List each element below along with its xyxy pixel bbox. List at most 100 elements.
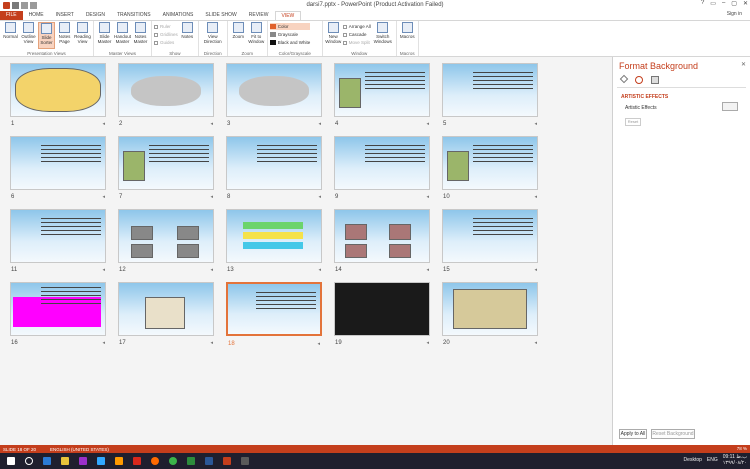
transition-icon[interactable]: ◂ <box>317 341 320 347</box>
tab-slide-show[interactable]: SLIDE SHOW <box>199 11 242 20</box>
effects-pentagon-icon[interactable] <box>635 76 643 84</box>
slide-thumbnail[interactable]: 11 ◂ <box>10 209 106 273</box>
slide-thumbnail[interactable]: 18 ◂ <box>226 282 322 347</box>
taskbar-app[interactable] <box>184 455 198 467</box>
taskbar-app[interactable] <box>94 455 108 467</box>
new-window-button[interactable]: New Window <box>325 22 342 49</box>
language-indicator[interactable]: ENGLISH (UNITED STATES) <box>50 447 109 452</box>
transition-icon[interactable]: ◂ <box>318 194 321 200</box>
view-direction-button[interactable]: View Direction <box>201 22 225 49</box>
slide-thumbnail[interactable]: 19 ◂ <box>334 282 430 346</box>
transition-icon[interactable]: ◂ <box>426 267 429 273</box>
slide-thumbnail[interactable]: 10 ◂ <box>442 136 538 200</box>
slide-thumbnail[interactable]: 2 ◂ <box>118 63 214 127</box>
reset-background-button[interactable]: Reset Background <box>651 429 695 439</box>
transition-icon[interactable]: ◂ <box>102 267 105 273</box>
transition-icon[interactable]: ◂ <box>102 340 105 346</box>
transition-icon[interactable]: ◂ <box>426 121 429 127</box>
transition-icon[interactable]: ◂ <box>534 267 537 273</box>
keyboard-language[interactable]: ENG <box>707 457 718 463</box>
reset-button[interactable]: Reset <box>625 118 641 126</box>
ribbon-options-icon[interactable]: ▭ <box>710 0 716 7</box>
start-button[interactable] <box>4 455 18 467</box>
picture-icon[interactable] <box>651 76 659 84</box>
cascade-button[interactable]: Cascade <box>342 31 371 38</box>
slide-thumbnail[interactable]: 7 ◂ <box>118 136 214 200</box>
tab-review[interactable]: REVIEW <box>243 11 275 20</box>
slide-thumbnail[interactable]: 5 ◂ <box>442 63 538 127</box>
artistic-effects-dropdown[interactable] <box>722 102 738 111</box>
search-button[interactable] <box>22 455 36 467</box>
transition-icon[interactable]: ◂ <box>210 340 213 346</box>
slide-thumbnail[interactable]: 3 ◂ <box>226 63 322 127</box>
transition-icon[interactable]: ◂ <box>210 194 213 200</box>
maximize-icon[interactable]: ▢ <box>731 0 737 7</box>
slide-thumbnail[interactable]: 4 ◂ <box>334 63 430 127</box>
tab-transitions[interactable]: TRANSITIONS <box>111 11 157 20</box>
slide-thumbnail[interactable]: 8 ◂ <box>226 136 322 200</box>
notes-button[interactable]: Notes <box>179 22 196 49</box>
close-icon[interactable]: ✕ <box>743 0 748 7</box>
taskbar-app[interactable] <box>148 455 162 467</box>
tab-file[interactable]: FILE <box>0 11 23 20</box>
taskbar-app[interactable] <box>130 455 144 467</box>
transition-icon[interactable]: ◂ <box>534 194 537 200</box>
help-icon[interactable]: ? <box>701 0 704 7</box>
ruler-checkbox[interactable]: Ruler <box>154 23 178 30</box>
slide-thumbnail[interactable]: 12 ◂ <box>118 209 214 273</box>
tab-home[interactable]: HOME <box>23 11 50 20</box>
taskbar-app[interactable] <box>76 455 90 467</box>
taskbar-app[interactable] <box>58 455 72 467</box>
pane-close-icon[interactable]: ✕ <box>741 61 746 68</box>
taskbar-app[interactable] <box>40 455 54 467</box>
slide-thumbnail[interactable]: 16 ◂ <box>10 282 106 346</box>
handout-master-button[interactable]: Handout Master <box>114 22 131 49</box>
normal-view-button[interactable]: Normal <box>2 22 19 49</box>
zoom-level[interactable]: 78 % <box>737 446 747 451</box>
tab-animations[interactable]: ANIMATIONS <box>157 11 200 20</box>
transition-icon[interactable]: ◂ <box>318 267 321 273</box>
black-and-white-button[interactable]: Black and White <box>269 39 310 46</box>
slide-thumbnail[interactable]: 17 ◂ <box>118 282 214 346</box>
arrange-all-button[interactable]: Arrange All <box>342 23 371 30</box>
fill-bucket-icon[interactable] <box>619 74 629 84</box>
slide-thumbnail[interactable]: 1 ◂ <box>10 63 106 127</box>
slide-sorter-area[interactable]: 1 ◂ 2 ◂ 3 ◂ 4 ◂ 5 ◂ 6 ◂ 7 ◂ 8 ◂ 9 ◂ 10 ◂ 11 ◂ 12 ◂ 13 ◂ 14 ◂ 15 ◂ 16 ◂ 1… <box>0 57 612 445</box>
apply-to-all-button[interactable]: Apply to All <box>619 429 647 439</box>
outline-view-button[interactable]: Outline View <box>20 22 37 49</box>
clock[interactable]: 09:11 ب.ظ ۱۳۹۹/۰۸/۲۰ <box>723 454 747 466</box>
zoom-button[interactable]: Zoom <box>230 22 247 49</box>
transition-icon[interactable]: ◂ <box>102 194 105 200</box>
transition-icon[interactable]: ◂ <box>534 121 537 127</box>
artistic-effects-section[interactable]: ARTISTIC EFFECTS <box>621 94 668 100</box>
transition-icon[interactable]: ◂ <box>426 340 429 346</box>
move-split-button[interactable]: Move Split <box>342 39 371 46</box>
color-button[interactable]: Color <box>269 23 311 30</box>
transition-icon[interactable]: ◂ <box>318 121 321 127</box>
reading-view-button[interactable]: Reading View <box>74 22 91 49</box>
desktop-toolbar[interactable]: Desktop <box>684 457 702 463</box>
slide-master-button[interactable]: Slide Master <box>96 22 113 49</box>
slide-thumbnail[interactable]: 6 ◂ <box>10 136 106 200</box>
fit-to-window-button[interactable]: Fit to Window <box>248 22 265 49</box>
transition-icon[interactable]: ◂ <box>210 121 213 127</box>
taskbar-app[interactable] <box>166 455 180 467</box>
taskbar-app[interactable] <box>202 455 216 467</box>
slide-thumbnail[interactable]: 20 ◂ <box>442 282 538 346</box>
guides-checkbox[interactable]: Guides <box>154 39 178 46</box>
transition-icon[interactable]: ◂ <box>534 340 537 346</box>
minimize-icon[interactable]: – <box>722 0 725 7</box>
tab-design[interactable]: DESIGN <box>80 11 111 20</box>
switch-windows-button[interactable]: Switch Windows <box>372 22 394 49</box>
notes-page-button[interactable]: Notes Page <box>56 22 73 49</box>
taskbar-app[interactable] <box>220 455 234 467</box>
grayscale-button[interactable]: Grayscale <box>269 31 311 38</box>
slide-thumbnail[interactable]: 15 ◂ <box>442 209 538 273</box>
tab-insert[interactable]: INSERT <box>50 11 80 20</box>
taskbar-app[interactable] <box>112 455 126 467</box>
gridlines-checkbox[interactable]: Gridlines <box>154 31 178 38</box>
taskbar-app[interactable] <box>238 455 252 467</box>
transition-icon[interactable]: ◂ <box>102 121 105 127</box>
slide-thumbnail[interactable]: 9 ◂ <box>334 136 430 200</box>
notes-master-button[interactable]: Notes Master <box>132 22 149 49</box>
